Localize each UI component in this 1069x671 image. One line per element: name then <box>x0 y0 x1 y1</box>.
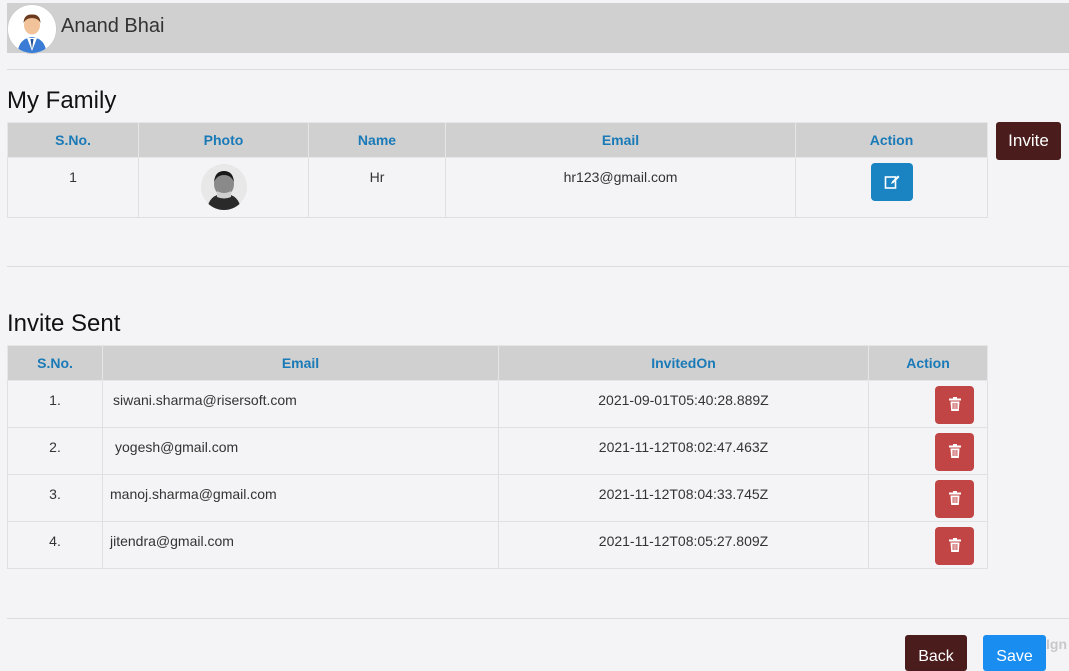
delete-button[interactable] <box>935 480 974 518</box>
trash-icon <box>948 490 961 505</box>
column-header-action: Action <box>795 122 988 158</box>
family-table: S.No. Photo Name Email Action 1 Hr hr123… <box>7 122 988 218</box>
action-cell <box>868 521 988 569</box>
trash-icon <box>948 443 961 458</box>
row-email: manoj.sharma@gmail.com <box>102 474 499 522</box>
action-cell <box>868 380 988 428</box>
table-row: 1. siwani.sharma@risersoft.com 2021-09-0… <box>7 380 988 428</box>
row-sno: 1 <box>7 157 139 218</box>
profile-photo <box>200 164 247 210</box>
column-header-invitedon: InvitedOn <box>498 345 869 381</box>
table-row: 4. jitendra@gmail.com 2021-11-12T08:05:2… <box>7 521 988 569</box>
row-email: hr123@gmail.com <box>445 157 796 218</box>
header-bar: Anand Bhai <box>7 3 1069 54</box>
table-header-row: S.No. Email InvitedOn Action <box>7 345 988 381</box>
row-invitedon: 2021-09-01T05:40:28.889Z <box>498 380 869 428</box>
save-button[interactable]: Save <box>983 635 1046 671</box>
row-email: jitendra@gmail.com <box>102 521 499 569</box>
column-header-sno: S.No. <box>7 345 103 381</box>
divider <box>7 618 1069 619</box>
edit-icon <box>884 175 899 189</box>
column-header-action: Action <box>868 345 988 381</box>
divider <box>7 69 1069 70</box>
trash-icon <box>948 396 961 411</box>
photo-cell <box>138 157 309 218</box>
divider <box>7 266 1069 267</box>
column-header-name: Name <box>308 122 446 158</box>
row-sno: 4. <box>7 521 103 569</box>
table-row: 1 Hr hr123@gmail.com <box>7 157 988 218</box>
row-invitedon: 2021-11-12T08:04:33.745Z <box>498 474 869 522</box>
row-invitedon: 2021-11-12T08:05:27.809Z <box>498 521 869 569</box>
invites-table: S.No. Email InvitedOn Action 1. siwani.s… <box>7 345 988 569</box>
delete-button[interactable] <box>935 433 974 471</box>
delete-button[interactable] <box>935 386 974 424</box>
trash-icon <box>948 537 961 552</box>
column-header-sno: S.No. <box>7 122 139 158</box>
edit-button[interactable] <box>870 163 913 201</box>
invite-sent-title: Invite Sent <box>7 310 121 337</box>
table-row: 3. manoj.sharma@gmail.com 2021-11-12T08:… <box>7 474 988 522</box>
delete-button[interactable] <box>935 527 974 565</box>
row-sno: 2. <box>7 427 103 475</box>
row-sno: 1. <box>7 380 103 428</box>
my-family-title: My Family <box>7 87 117 114</box>
table-row: 2. yogesh@gmail.com 2021-11-12T08:02:47.… <box>7 427 988 475</box>
user-name: Anand Bhai <box>61 15 165 37</box>
back-button[interactable]: Back <box>905 635 967 671</box>
action-cell <box>868 474 988 522</box>
row-invitedon: 2021-11-12T08:02:47.463Z <box>498 427 869 475</box>
row-email: yogesh@gmail.com <box>102 427 499 475</box>
user-avatar-icon[interactable] <box>7 4 57 54</box>
action-cell <box>868 427 988 475</box>
column-header-email: Email <box>445 122 796 158</box>
action-cell <box>795 157 988 218</box>
column-header-photo: Photo <box>138 122 309 158</box>
column-header-email: Email <box>102 345 499 381</box>
trailing-label: Ign <box>1046 636 1067 652</box>
row-name: Hr <box>308 157 446 218</box>
table-header-row: S.No. Photo Name Email Action <box>7 122 988 158</box>
invite-button[interactable]: Invite <box>996 122 1061 160</box>
row-email: siwani.sharma@risersoft.com <box>102 380 499 428</box>
row-sno: 3. <box>7 474 103 522</box>
